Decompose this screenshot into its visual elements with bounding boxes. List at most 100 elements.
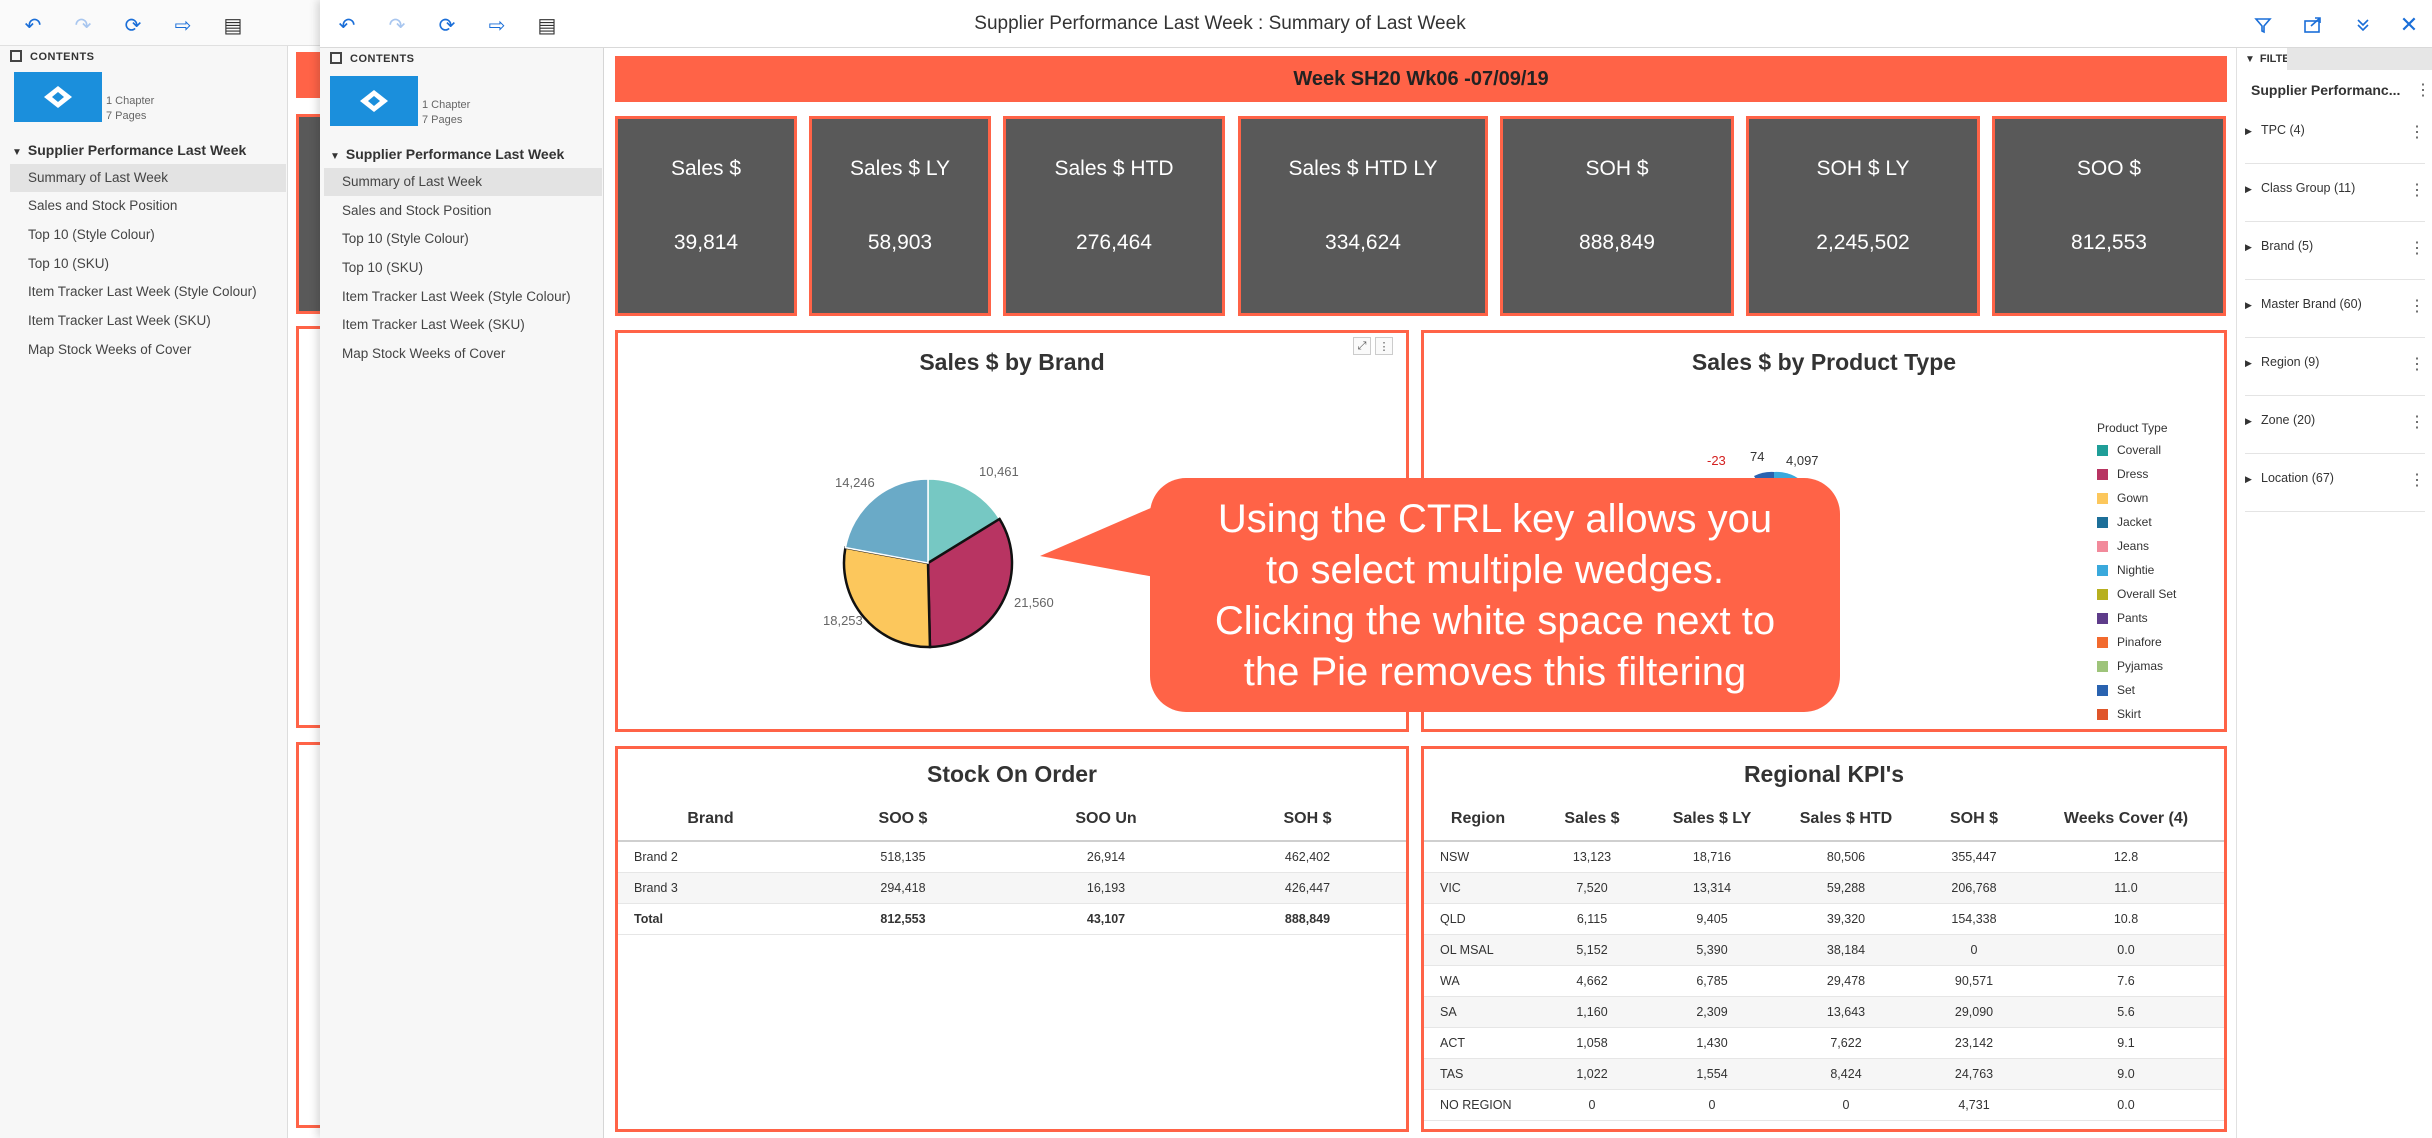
cell: 1,058 [1532, 1027, 1652, 1059]
filter-icon[interactable] [2250, 12, 2276, 38]
legend-item[interactable]: Jeans [2097, 537, 2149, 555]
table-row[interactable]: NO REGION 0 0 0 4,731 0.0 [1424, 1089, 2224, 1121]
kpi-card-soo[interactable]: SOO $ 812,553 [1992, 116, 2226, 316]
more-options-icon[interactable]: ⋮ [2409, 238, 2425, 258]
export-icon[interactable]: ⇨ [484, 12, 510, 38]
more-options-icon[interactable]: ⋮ [2409, 296, 2425, 316]
pie-data-label: 18,253 [823, 613, 863, 628]
more-options-icon[interactable]: ⋮ [2409, 470, 2425, 490]
table-row[interactable]: ACT 1,058 1,430 7,622 23,142 9.1 [1424, 1027, 2224, 1059]
more-options-icon[interactable]: ⋮ [2409, 180, 2425, 200]
kpi-card-soh[interactable]: SOH $ 888,849 [1500, 116, 1734, 316]
export-icon[interactable]: ⇨ [170, 12, 196, 38]
pie-slice[interactable] [842, 546, 932, 649]
nav-item-tracker-style[interactable]: Item Tracker Last Week (Style Colour) [10, 278, 286, 306]
column-header[interactable]: Sales $ [1532, 797, 1652, 842]
brand-pie-chart[interactable] [828, 463, 1028, 663]
legend-item[interactable]: Pants [2097, 609, 2148, 627]
column-header[interactable]: SOH $ [1209, 797, 1406, 842]
chapter-title[interactable]: ▼ Supplier Performance Last Week [330, 146, 564, 162]
nav-item-map-weeks[interactable]: Map Stock Weeks of Cover [10, 336, 286, 364]
legend-item[interactable]: Jacket [2097, 513, 2152, 531]
filter-item-region[interactable]: ▶ Region (9) ⋮ [2245, 338, 2425, 396]
nav-item-top10-sku[interactable]: Top 10 (SKU) [324, 254, 602, 282]
expand-icon[interactable]: ⤢ [1353, 337, 1371, 355]
report-thumbnail[interactable] [330, 76, 418, 126]
table-row[interactable]: OL MSAL 5,152 5,390 38,184 0 0.0 [1424, 934, 2224, 966]
column-header[interactable]: Brand [618, 797, 803, 842]
legend-item[interactable]: Pyjamas [2097, 657, 2163, 675]
filter-item-brand[interactable]: ▶ Brand (5) ⋮ [2245, 222, 2425, 280]
nav-item-sales-stock[interactable]: Sales and Stock Position [10, 192, 286, 220]
undo-icon[interactable]: ↶ [20, 12, 46, 38]
table-row[interactable]: TAS 1,022 1,554 8,424 24,763 9.0 [1424, 1058, 2224, 1090]
callout-line: to select multiple wedges. [1265, 548, 1724, 592]
more-options-icon[interactable]: ⋮ [2409, 122, 2425, 142]
more-options-icon[interactable]: ⋮ [2409, 354, 2425, 374]
refresh-icon[interactable]: ⟳ [120, 12, 146, 38]
column-header[interactable]: SOH $ [1920, 797, 2028, 842]
pie-data-label: -23 [1707, 453, 1726, 468]
nav-item-tracker-sku[interactable]: Item Tracker Last Week (SKU) [324, 311, 602, 339]
cell: 1,430 [1652, 1027, 1772, 1059]
more-options-icon[interactable]: ⋮ [1375, 337, 1393, 355]
report-thumbnail[interactable] [14, 72, 102, 122]
kpi-card-soh-ly[interactable]: SOH $ LY 2,245,502 [1746, 116, 1980, 316]
table-row[interactable]: SA 1,160 2,309 13,643 29,090 5.6 [1424, 996, 2224, 1028]
table-row[interactable]: WA 4,662 6,785 29,478 90,571 7.6 [1424, 965, 2224, 997]
column-header[interactable]: Sales $ LY [1652, 797, 1772, 842]
table-row-total[interactable]: Total39,81458,903276,464888,8499.4 [1424, 1120, 2224, 1129]
nav-item-tracker-style[interactable]: Item Tracker Last Week (Style Colour) [324, 283, 602, 311]
table-row[interactable]: QLD 6,115 9,405 39,320 154,338 10.8 [1424, 903, 2224, 935]
close-icon[interactable]: ✕ [2396, 12, 2422, 38]
contents-icon[interactable]: ▤ [534, 12, 560, 38]
legend-item[interactable]: Coverall [2097, 441, 2161, 459]
nav-item-top10-sku[interactable]: Top 10 (SKU) [10, 250, 286, 278]
kpi-card-sales-htd-ly[interactable]: Sales $ HTD LY 334,624 [1238, 116, 1488, 316]
nav-item-summary[interactable]: Summary of Last Week [324, 168, 602, 196]
kpi-card-sales-htd[interactable]: Sales $ HTD 276,464 [1003, 116, 1225, 316]
undo-icon[interactable]: ↶ [334, 12, 360, 38]
filter-item-location[interactable]: ▶ Location (67) ⋮ [2245, 454, 2425, 512]
chapter-title[interactable]: ▼ Supplier Performance Last Week [12, 142, 246, 158]
filter-item-master-brand[interactable]: ▶ Master Brand (60) ⋮ [2245, 280, 2425, 338]
chevron-down-double-icon[interactable] [2350, 12, 2376, 38]
cell: 9.4 [2028, 1120, 2224, 1129]
table-row-total[interactable]: Total 812,553 43,107 888,849 [618, 903, 1406, 935]
table-row[interactable]: Brand 2 518,135 26,914 462,402 [618, 841, 1406, 873]
column-header[interactable]: Sales $ HTD [1772, 797, 1920, 842]
legend-item[interactable]: Nightie [2097, 561, 2154, 579]
filter-tab[interactable]: ▼ FILTER [2237, 48, 2298, 70]
pie-slice[interactable] [844, 478, 929, 564]
column-header[interactable]: Weeks Cover (4) [2028, 797, 2224, 842]
contents-icon[interactable]: ▤ [220, 12, 246, 38]
table-row[interactable]: Brand 3 294,418 16,193 426,447 [618, 872, 1406, 904]
filter-item-tpc[interactable]: ▶ TPC (4) ⋮ [2245, 106, 2425, 164]
legend-item[interactable]: Dress [2097, 465, 2148, 483]
table-row[interactable]: NSW 13,123 18,716 80,506 355,447 12.8 [1424, 841, 2224, 873]
filter-item-zone[interactable]: ▶ Zone (20) ⋮ [2245, 396, 2425, 454]
share-icon[interactable] [2300, 12, 2326, 38]
legend-item[interactable]: Overall Set [2097, 585, 2176, 603]
refresh-icon[interactable]: ⟳ [434, 12, 460, 38]
table-row[interactable]: VIC 7,520 13,314 59,288 206,768 11.0 [1424, 872, 2224, 904]
nav-item-top10-style[interactable]: Top 10 (Style Colour) [324, 225, 602, 253]
filter-item-class-group[interactable]: ▶ Class Group (11) ⋮ [2245, 164, 2425, 222]
legend-item[interactable]: Skirt [2097, 705, 2141, 723]
column-header[interactable]: SOO $ [803, 797, 1003, 842]
column-header[interactable]: Region [1424, 797, 1532, 842]
nav-item-top10-style[interactable]: Top 10 (Style Colour) [10, 221, 286, 249]
column-header[interactable]: SOO Un [1003, 797, 1209, 842]
legend-item[interactable]: Set [2097, 681, 2135, 699]
legend-item[interactable]: Pinafore [2097, 633, 2162, 651]
legend-item[interactable]: Gown [2097, 489, 2148, 507]
nav-item-tracker-sku[interactable]: Item Tracker Last Week (SKU) [10, 307, 286, 335]
nav-item-summary[interactable]: Summary of Last Week [10, 164, 286, 192]
more-options-icon[interactable]: ⋮ [2415, 80, 2431, 100]
pie-data-label: 21,560 [1014, 595, 1054, 610]
kpi-card-sales-ly[interactable]: Sales $ LY 58,903 [809, 116, 991, 316]
more-options-icon[interactable]: ⋮ [2409, 412, 2425, 432]
nav-item-sales-stock[interactable]: Sales and Stock Position [324, 197, 602, 225]
nav-item-map-weeks[interactable]: Map Stock Weeks of Cover [324, 340, 602, 368]
kpi-card-sales[interactable]: Sales $ 39,814 [615, 116, 797, 316]
